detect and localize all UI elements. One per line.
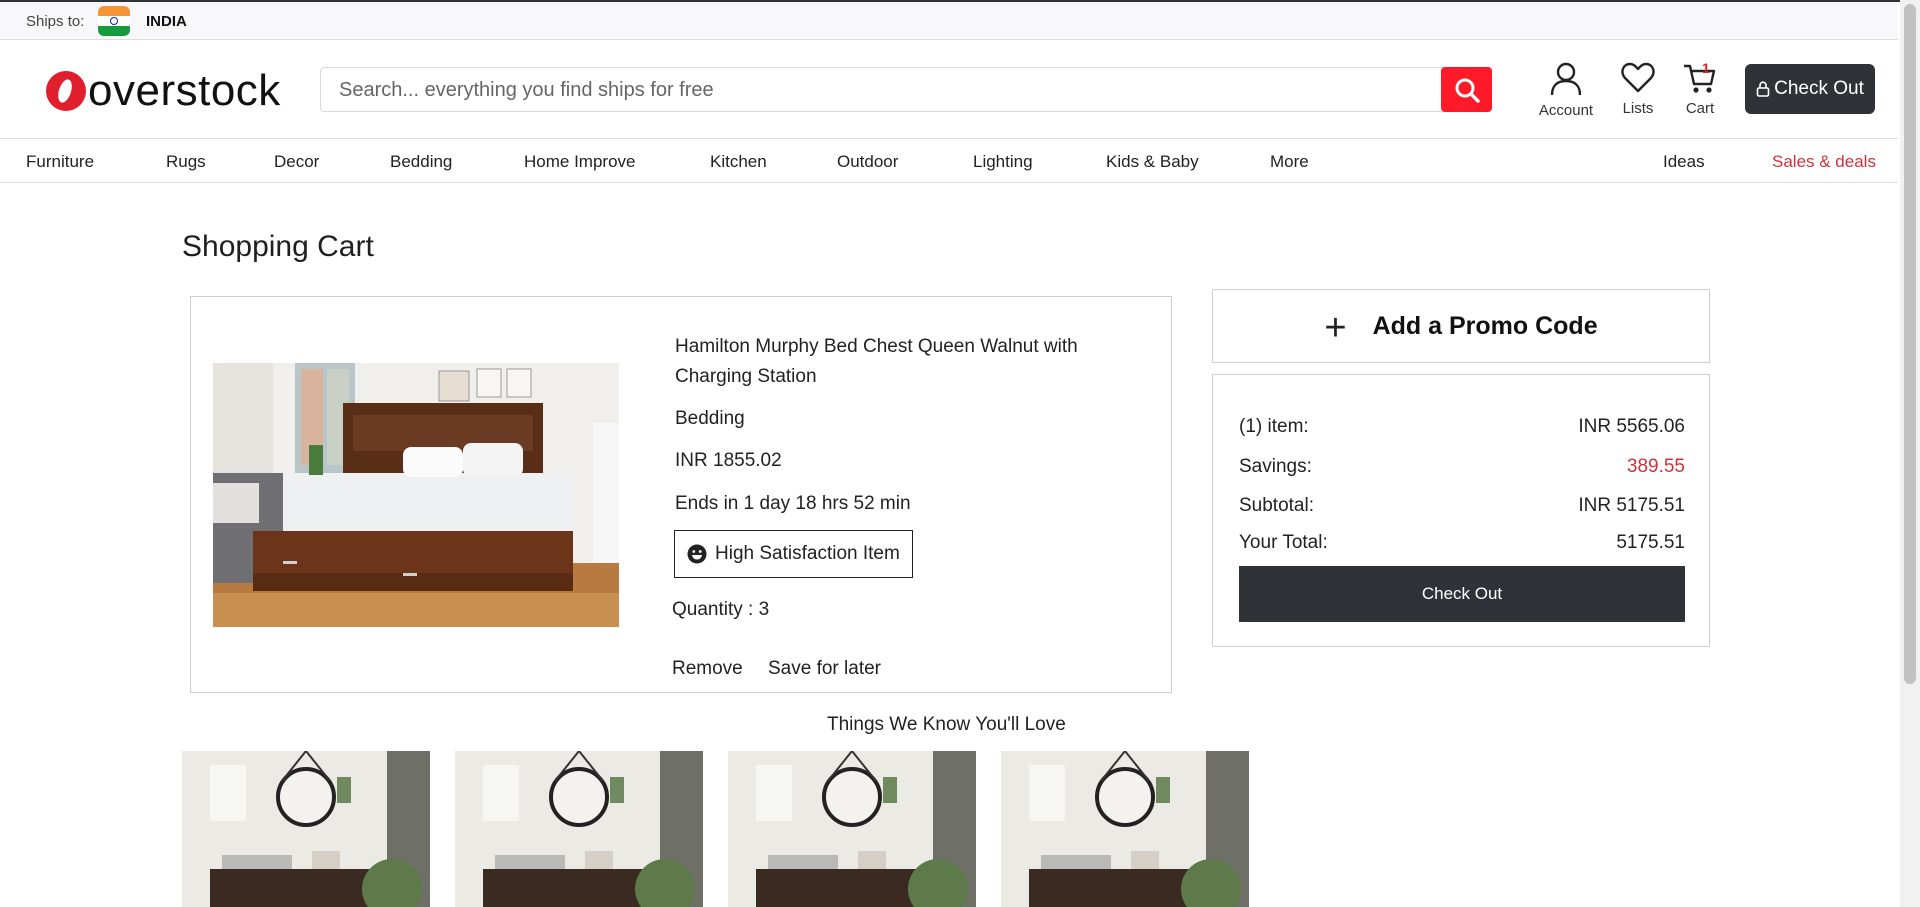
recommendation-item[interactable] xyxy=(455,751,703,907)
save-for-later-link[interactable]: Save for later xyxy=(768,658,881,680)
india-flag-icon[interactable] xyxy=(98,6,130,36)
recommendation-image xyxy=(182,751,430,907)
checkout-button[interactable]: Check Out xyxy=(1239,566,1685,622)
overstock-logo[interactable]: overstock xyxy=(46,66,286,115)
nav-item-kitchen[interactable]: Kitchen xyxy=(710,152,767,172)
product-price: INR 1855.02 xyxy=(675,450,782,471)
product-title[interactable]: Hamilton Murphy Bed Chest Queen Walnut w… xyxy=(675,332,1135,392)
ships-to-country[interactable]: INDIA xyxy=(146,13,187,30)
summary-savings-row: Savings: 389.55 xyxy=(1239,456,1685,478)
recommendation-item[interactable] xyxy=(728,751,976,907)
summary-subtotal-label: Subtotal: xyxy=(1239,495,1314,516)
page-scrollbar[interactable] xyxy=(1900,0,1920,907)
add-promo-code-button[interactable]: + Add a Promo Code xyxy=(1212,289,1710,363)
summary-subtotal-row: Subtotal: INR 5175.51 xyxy=(1239,495,1685,517)
account-icon xyxy=(1550,62,1582,96)
search-bar xyxy=(320,67,1492,112)
logo-text: overstock xyxy=(88,66,281,115)
quantity-label: Quantity : 3 xyxy=(672,599,770,620)
heart-icon xyxy=(1621,62,1655,93)
nav-item-bedding[interactable]: Bedding xyxy=(390,152,452,172)
search-button[interactable] xyxy=(1441,67,1492,112)
cart-count-badge: 1 xyxy=(1702,60,1710,76)
remove-link[interactable]: Remove xyxy=(672,658,743,680)
recommendation-image xyxy=(1001,751,1249,907)
nav-item-furniture[interactable]: Furniture xyxy=(26,152,94,172)
lock-icon xyxy=(1756,81,1770,97)
summary-total-row: Your Total: 5175.51 xyxy=(1239,532,1685,554)
promo-label: Add a Promo Code xyxy=(1372,311,1598,340)
cart-icon xyxy=(1684,64,1716,93)
site-header: overstock Account Lists xyxy=(0,40,1898,139)
overstock-logo-mark-icon xyxy=(46,71,86,111)
summary-items-value: INR 5565.06 xyxy=(1578,416,1685,437)
order-summary: (1) item: INR 5565.06 Savings: 389.55 Su… xyxy=(1212,374,1710,647)
nav-item-sales-deals[interactable]: Sales & deals xyxy=(1772,152,1876,172)
search-icon xyxy=(1455,78,1480,103)
recommendation-item[interactable] xyxy=(1001,751,1249,907)
account-label: Account xyxy=(1538,102,1594,119)
product-category: Bedding xyxy=(675,408,745,429)
nav-item-home-improve[interactable]: Home Improve xyxy=(524,152,635,172)
nav-item-rugs[interactable]: Rugs xyxy=(166,152,206,172)
account-button[interactable]: Account xyxy=(1532,62,1600,122)
recommendations-title: Things We Know You'll Love xyxy=(827,714,1066,735)
high-satisfaction-label: High Satisfaction Item xyxy=(715,543,900,564)
cart-item-card: Hamilton Murphy Bed Chest Queen Walnut w… xyxy=(190,296,1172,693)
header-checkout-label: Check Out xyxy=(1774,78,1864,99)
high-satisfaction-badge: High Satisfaction Item xyxy=(674,530,913,578)
summary-savings-label: Savings: xyxy=(1239,456,1312,477)
summary-total-value: 5175.51 xyxy=(1616,532,1685,553)
page-title: Shopping Cart xyxy=(182,230,374,263)
nav-item-lighting[interactable]: Lighting xyxy=(973,152,1033,172)
scrollbar-thumb[interactable] xyxy=(1904,4,1916,684)
ships-to-bar: Ships to: INDIA xyxy=(0,2,1898,40)
summary-savings-value: 389.55 xyxy=(1626,456,1685,477)
nav-item-kids-baby[interactable]: Kids & Baby xyxy=(1106,152,1199,172)
summary-total-label: Your Total: xyxy=(1239,532,1328,553)
summary-items-row: (1) item: INR 5565.06 xyxy=(1239,416,1685,438)
sale-countdown: Ends in 1 day 18 hrs 52 min xyxy=(675,493,911,514)
recommendation-image xyxy=(728,751,976,907)
recommendation-item[interactable] xyxy=(182,751,430,907)
plus-icon: + xyxy=(1324,306,1347,349)
product-photo xyxy=(213,363,619,627)
lists-label: Lists xyxy=(1622,100,1654,117)
nav-item-ideas[interactable]: Ideas xyxy=(1663,152,1705,172)
cart-button[interactable]: 1 Cart xyxy=(1666,60,1734,122)
recommendation-image xyxy=(455,751,703,907)
nav-item-outdoor[interactable]: Outdoor xyxy=(837,152,898,172)
nav-item-more[interactable]: More xyxy=(1270,152,1309,172)
search-input[interactable] xyxy=(339,78,1399,102)
lists-button[interactable]: Lists xyxy=(1604,62,1672,122)
nav-item-decor[interactable]: Decor xyxy=(274,152,319,172)
ships-to-label: Ships to: xyxy=(26,13,85,30)
summary-subtotal-value: INR 5175.51 xyxy=(1578,495,1685,516)
page: Ships to: INDIA overstock Account xyxy=(0,0,1920,907)
cart-label: Cart xyxy=(1685,100,1715,117)
summary-items-label: (1) item: xyxy=(1239,416,1309,437)
category-nav: Furniture Rugs Decor Bedding Home Improv… xyxy=(0,140,1898,183)
product-info: Hamilton Murphy Bed Chest Queen Walnut w… xyxy=(675,332,1135,392)
smiley-icon xyxy=(687,544,707,564)
header-checkout-button[interactable]: Check Out xyxy=(1745,64,1875,114)
product-image[interactable] xyxy=(213,363,619,627)
